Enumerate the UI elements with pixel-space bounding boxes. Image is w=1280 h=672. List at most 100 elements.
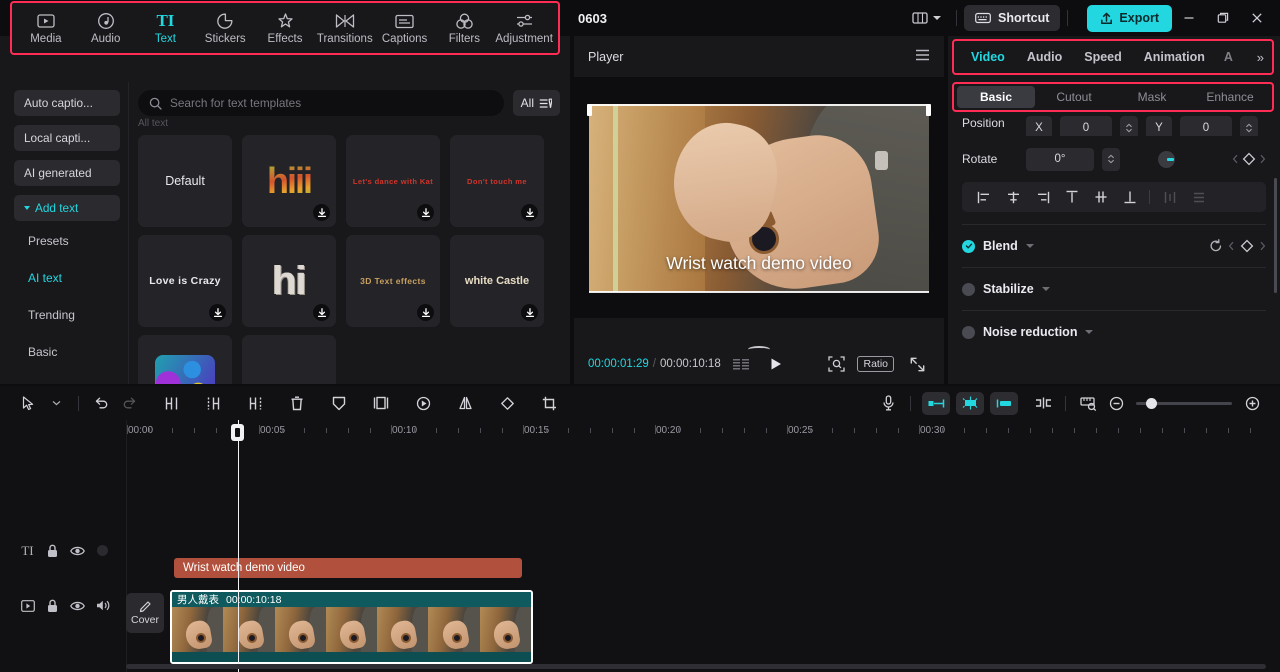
zoom-slider[interactable] <box>1136 397 1232 409</box>
lock-icon[interactable] <box>43 596 62 615</box>
auto-adjust-button[interactable] <box>956 391 984 415</box>
template-card[interactable]: hiii <box>242 135 336 227</box>
search-input[interactable] <box>170 96 493 110</box>
trim-end-button[interactable] <box>241 390 269 416</box>
align-center-horizontal-icon[interactable] <box>999 185 1028 209</box>
stabilize-row[interactable]: Stabilize <box>962 268 1266 310</box>
chevron-down-icon[interactable] <box>1085 330 1094 334</box>
preview-caption-text[interactable]: Wrist watch demo video <box>589 253 929 274</box>
tabs-overflow-button[interactable]: » <box>1257 50 1266 65</box>
crop-button[interactable] <box>535 390 563 416</box>
keyframe-next-icon[interactable] <box>1259 241 1266 251</box>
freeze-button[interactable] <box>325 390 353 416</box>
template-card[interactable] <box>242 335 336 384</box>
redo-button[interactable] <box>115 390 143 416</box>
cover-button[interactable]: Cover <box>126 593 164 633</box>
template-card[interactable]: Default <box>138 135 232 227</box>
keyframe-next-icon[interactable] <box>1259 154 1266 164</box>
template-card[interactable] <box>138 335 232 384</box>
split-marker-button[interactable] <box>1029 390 1057 416</box>
subtab-basic[interactable]: Basic <box>957 86 1035 108</box>
template-card[interactable]: hi <box>242 235 336 327</box>
keyframe-prev-icon[interactable] <box>1232 154 1239 164</box>
feature-tab-text[interactable]: TI Text <box>136 11 196 45</box>
minimize-button[interactable] <box>1172 1 1206 35</box>
layout-button[interactable] <box>904 5 949 31</box>
maximize-button[interactable] <box>1206 1 1240 35</box>
feature-tab-adjustment[interactable]: Adjustment <box>494 12 554 45</box>
snap-right-button[interactable] <box>990 391 1018 415</box>
timeline-horizontal-scrollbar[interactable] <box>126 664 1266 669</box>
undo-button[interactable] <box>87 390 115 416</box>
nav-sub-basic[interactable]: Basic <box>14 341 120 363</box>
nav-auto-captions[interactable]: Auto captio... <box>14 90 120 116</box>
feature-tab-audio[interactable]: Audio <box>76 12 136 45</box>
template-card[interactable]: Love is Crazy <box>138 235 232 327</box>
split-button[interactable] <box>157 390 185 416</box>
snap-left-button[interactable] <box>922 391 950 415</box>
subtab-enhance[interactable]: Enhance <box>1191 86 1269 108</box>
position-x-input[interactable]: 0 <box>1060 116 1112 136</box>
template-card[interactable]: 3D Text effects <box>346 235 440 327</box>
frame-view-button[interactable] <box>729 351 755 377</box>
trim-start-button[interactable] <box>199 390 227 416</box>
download-icon[interactable] <box>313 304 330 321</box>
video-preview[interactable]: Wrist watch demo video <box>589 104 929 292</box>
crop-frame-button[interactable] <box>367 390 395 416</box>
player-menu-button[interactable] <box>915 48 930 66</box>
position-y-stepper[interactable] <box>1240 116 1258 136</box>
template-card[interactable]: Let's dance with Kat <box>346 135 440 227</box>
position-y-input[interactable]: 0 <box>1180 116 1232 136</box>
eye-icon[interactable] <box>68 541 87 560</box>
delete-button[interactable] <box>283 390 311 416</box>
properties-scrollbar[interactable] <box>1274 178 1277 293</box>
distribute-horizontal-icon[interactable] <box>1155 185 1184 209</box>
keyframe-diamond-icon[interactable] <box>1242 152 1256 166</box>
rotate-button[interactable] <box>493 390 521 416</box>
nav-add-text[interactable]: Add text <box>14 195 120 221</box>
nav-local-captions[interactable]: Local capti... <box>14 125 120 151</box>
nav-ai-generated[interactable]: AI generated <box>14 160 120 186</box>
keyframe-prev-icon[interactable] <box>1228 241 1235 251</box>
zoom-in-button[interactable] <box>1238 390 1266 416</box>
position-x-stepper[interactable] <box>1120 116 1138 136</box>
mirror-button[interactable] <box>451 390 479 416</box>
video-clip[interactable]: 男人戴表 00:00:10:18 <box>170 590 533 664</box>
distribute-vertical-icon[interactable] <box>1184 185 1213 209</box>
feature-tab-media[interactable]: Media <box>16 12 76 45</box>
rotate-dial[interactable] <box>1158 150 1175 168</box>
select-tool-button[interactable] <box>14 390 42 416</box>
zoom-fit-button[interactable] <box>823 351 849 377</box>
tab-video[interactable]: Video <box>960 50 1016 64</box>
text-clip[interactable]: Wrist watch demo video <box>174 558 522 578</box>
align-left-icon[interactable] <box>970 185 999 209</box>
align-top-icon[interactable] <box>1057 185 1086 209</box>
tab-adjust-partial[interactable]: A <box>1216 50 1235 64</box>
download-icon[interactable] <box>417 204 434 221</box>
shortcut-button[interactable]: Shortcut <box>964 5 1061 31</box>
ruler-zoom-button[interactable] <box>1074 390 1102 416</box>
ratio-button[interactable]: Ratio <box>857 356 894 372</box>
search-box[interactable] <box>138 90 504 116</box>
chevron-down-icon[interactable] <box>1025 244 1034 248</box>
blend-row[interactable]: Blend <box>962 225 1266 267</box>
feature-tab-transitions[interactable]: Transitions <box>315 12 375 45</box>
chevron-down-icon[interactable] <box>1041 287 1050 291</box>
stabilize-toggle[interactable] <box>962 282 975 296</box>
nav-sub-ai-text[interactable]: AI text <box>14 267 120 289</box>
subtab-cutout[interactable]: Cutout <box>1035 86 1113 108</box>
noise-reduction-toggle[interactable] <box>962 325 975 339</box>
noise-reduction-row[interactable]: Noise reduction <box>962 311 1266 353</box>
align-bottom-icon[interactable] <box>1115 185 1144 209</box>
nav-sub-presets[interactable]: Presets <box>14 230 120 252</box>
zoom-out-button[interactable] <box>1102 390 1130 416</box>
rotate-stepper[interactable] <box>1102 147 1120 171</box>
select-tool-dropdown[interactable] <box>42 390 70 416</box>
align-right-icon[interactable] <box>1028 185 1057 209</box>
eye-icon[interactable] <box>68 596 87 615</box>
keyframe-diamond-icon[interactable] <box>1240 239 1254 253</box>
tab-speed[interactable]: Speed <box>1073 50 1133 64</box>
download-icon[interactable] <box>417 304 434 321</box>
feature-tab-effects[interactable]: Effects <box>255 12 315 45</box>
microphone-button[interactable] <box>874 390 902 416</box>
